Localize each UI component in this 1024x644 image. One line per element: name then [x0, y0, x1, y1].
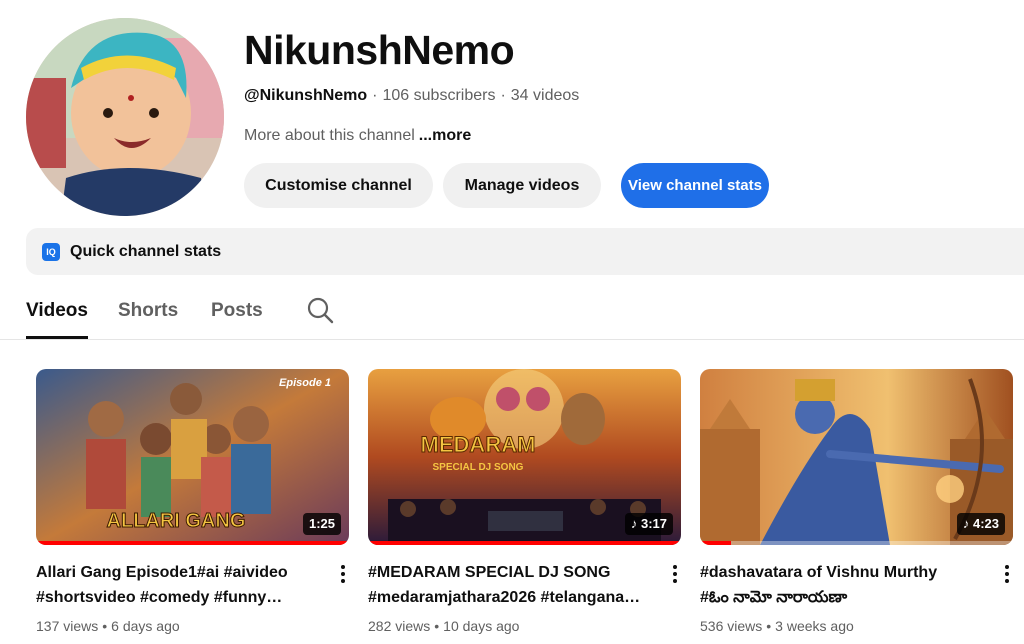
video-stats: 536 views • 3 weeks ago	[700, 618, 854, 634]
video-thumbnail[interactable]: Episode 1 ALLARI GANG 1:25	[36, 369, 349, 545]
video-count: 34 videos	[510, 87, 580, 104]
duration-badge: ♪ 3:17	[624, 513, 673, 535]
quick-stats-label: Quick channel stats	[70, 242, 222, 260]
view-count: 282 views	[368, 618, 431, 634]
subscriber-count: 106 subscribers	[382, 87, 496, 104]
upload-age: 10 days ago	[443, 618, 520, 634]
channel-name: NikunshNemo	[244, 27, 515, 73]
more-actions-icon[interactable]	[335, 565, 351, 585]
tab-posts[interactable]: Posts	[211, 300, 263, 322]
more-actions-icon[interactable]	[667, 565, 683, 585]
watch-progress-bar	[36, 541, 349, 545]
view-count: 137 views	[36, 618, 99, 634]
video-title[interactable]: #MEDARAM SPECIAL DJ SONG #medaramjathara…	[368, 560, 653, 610]
upload-age: 6 days ago	[111, 618, 180, 634]
view-channel-stats-button[interactable]: View channel stats	[621, 163, 769, 208]
thumb-subtitle-text: SPECIAL DJ SONG	[433, 462, 524, 473]
video-stats: 137 views • 6 days ago	[36, 618, 180, 634]
about-text[interactable]: More about this channel	[244, 127, 415, 144]
iq-icon: IQ	[42, 242, 60, 261]
active-tab-indicator	[26, 336, 88, 339]
tab-videos[interactable]: Videos	[26, 300, 88, 322]
channel-about[interactable]: More about this channel ...more	[244, 126, 471, 146]
more-link[interactable]: ...more	[419, 127, 471, 144]
manage-videos-button[interactable]: Manage videos	[443, 163, 601, 208]
quick-channel-stats-bar[interactable]: IQ Quick channel stats	[26, 228, 1024, 275]
view-count: 536 views	[700, 618, 763, 634]
tab-shorts[interactable]: Shorts	[118, 300, 178, 322]
thumb-title-text: MEDARAM	[421, 432, 536, 457]
duration-badge: ♪ 4:23	[956, 513, 1005, 535]
video-card[interactable]: Episode 1 ALLARI GANG 1:25 Allari Gang E…	[36, 369, 349, 634]
search-icon[interactable]	[306, 296, 334, 324]
thumb-title-text: ALLARI GANG	[107, 510, 246, 532]
video-title[interactable]: Allari Gang Episode1#ai #aivideo #shorts…	[36, 560, 321, 610]
video-thumbnail[interactable]: MEDARAM SPECIAL DJ SONG ♪ 3:17	[368, 369, 681, 545]
thumb-episode-text: Episode 1	[279, 377, 331, 389]
watch-progress-bar	[368, 541, 681, 545]
video-title[interactable]: #dashavatara of Vishnu Murthy #ఓం నామో న…	[700, 560, 985, 610]
upload-age: 3 weeks ago	[775, 618, 854, 634]
duration-badge: 1:25	[302, 513, 341, 535]
video-card[interactable]: MEDARAM SPECIAL DJ SONG ♪ 3:17 #MEDARAM …	[368, 369, 681, 634]
video-thumbnail[interactable]: ♪ 4:23	[700, 369, 1013, 545]
more-actions-icon[interactable]	[999, 565, 1015, 585]
watch-progress-bar	[700, 541, 1013, 545]
channel-meta: @NikunshNemo · 106 subscribers · 34 videos	[244, 87, 580, 104]
channel-avatar[interactable]	[26, 18, 224, 216]
channel-handle: @NikunshNemo	[244, 87, 368, 104]
customise-channel-button[interactable]: Customise channel	[244, 163, 433, 208]
channel-tabs: Videos Shorts Posts	[0, 290, 1024, 340]
video-stats: 282 views • 10 days ago	[368, 618, 520, 634]
video-card[interactable]: ♪ 4:23 #dashavatara of Vishnu Murthy #ఓం…	[700, 369, 1013, 634]
